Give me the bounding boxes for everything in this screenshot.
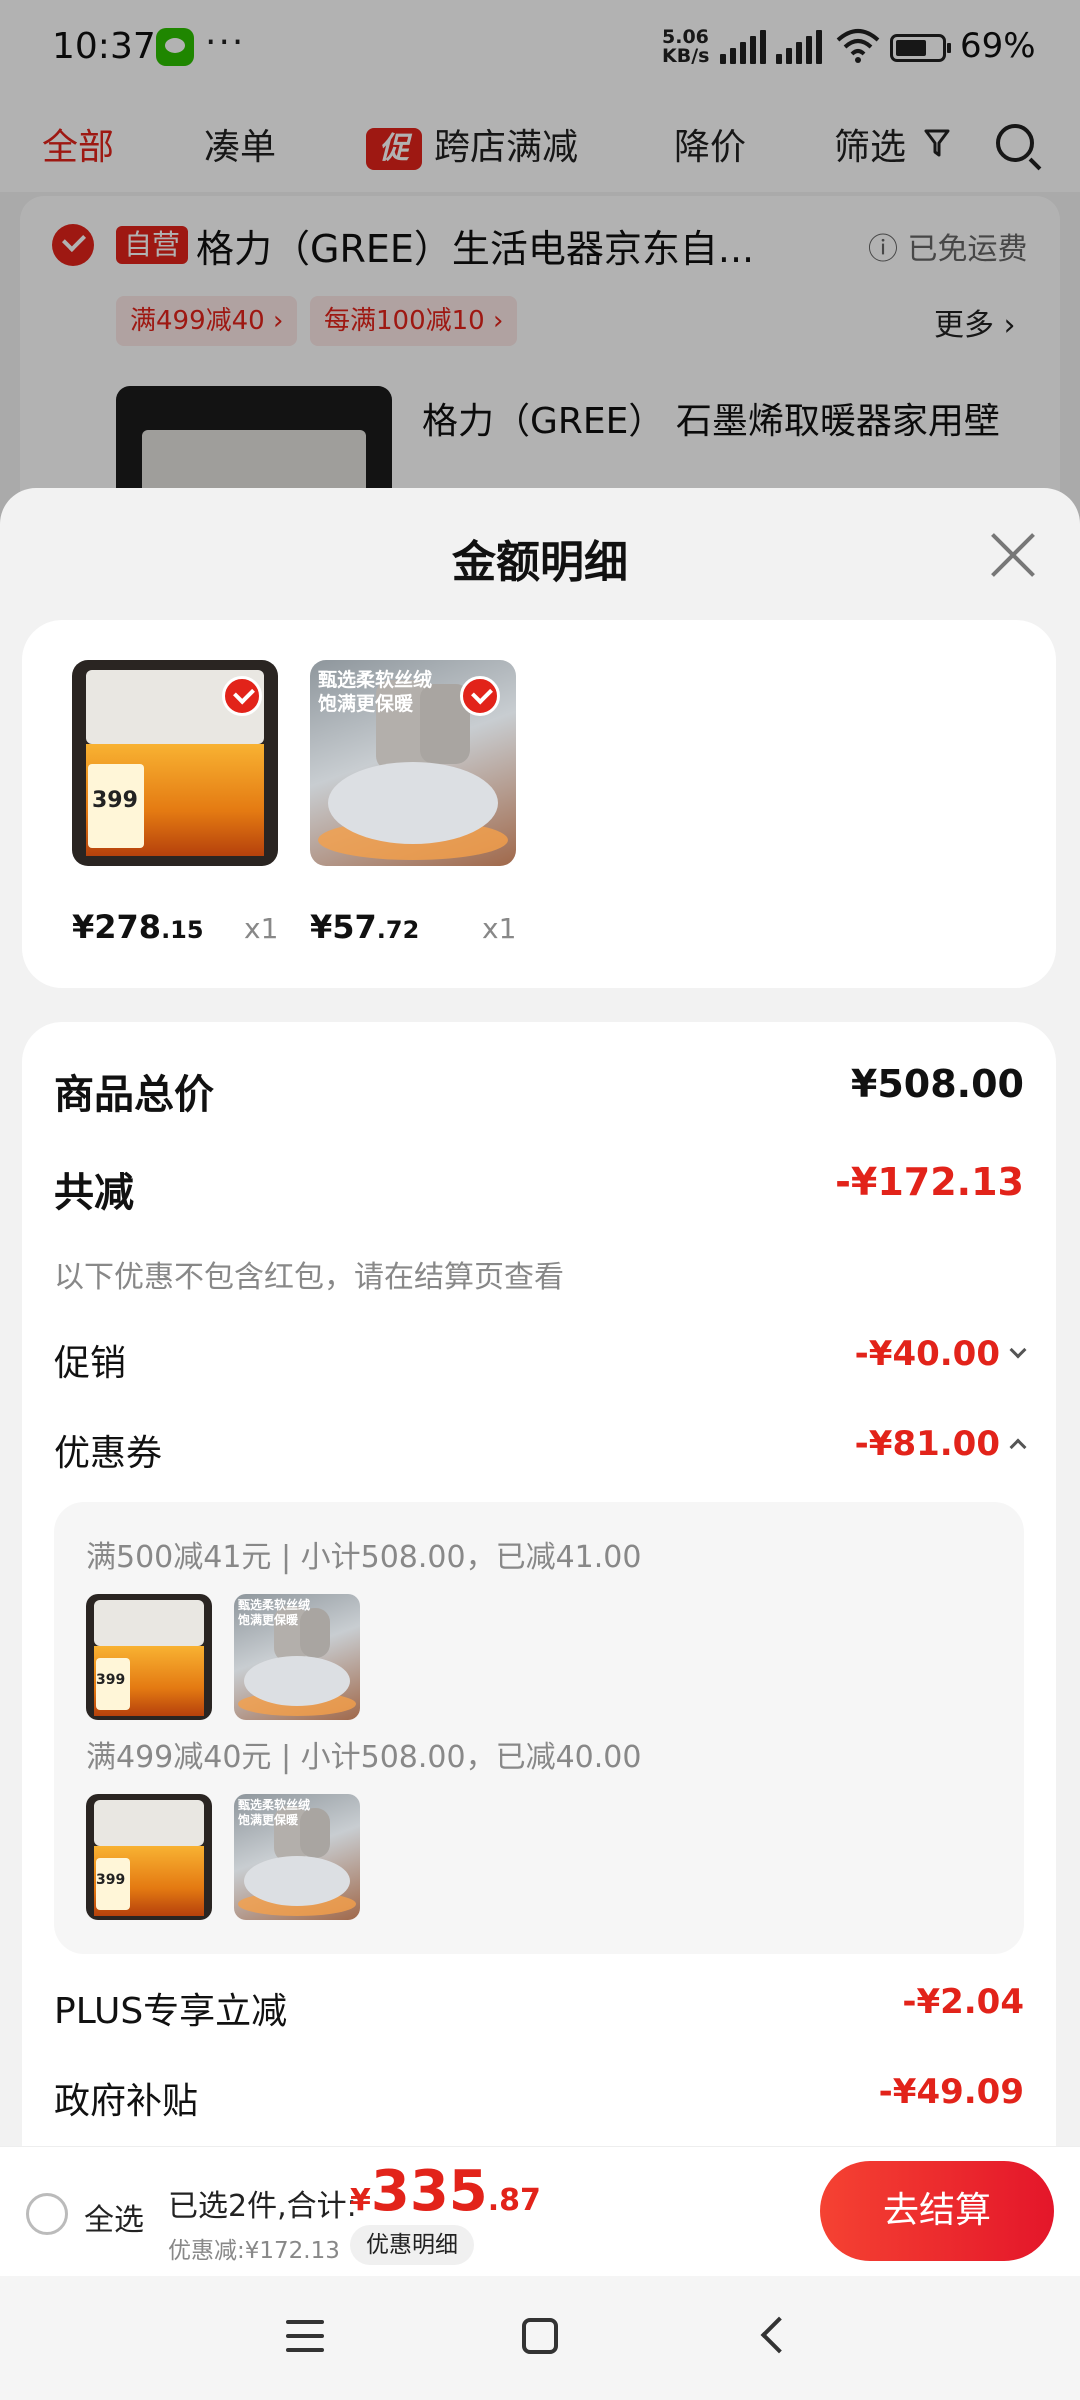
product-price-dec: .15 [161, 916, 204, 944]
product-badge-price: 399 [92, 788, 138, 813]
selected-product-2[interactable]: 甄选柔软丝绒 饱满更保暖 ¥57.72 x1 [310, 660, 516, 946]
coupon-rule-2: 满499减40元 | 小计508.00，已减40.00 [86, 1740, 642, 1775]
plus-label: PLUS专享立减 [54, 1991, 288, 2032]
product-price: ¥57.72 [310, 908, 419, 946]
coupon-item-thumb-heater: 399 [86, 1794, 212, 1920]
system-nav-bar [0, 2276, 1080, 2400]
slipper-product-image: 甄选柔软丝绒 饱满更保暖 [310, 660, 516, 866]
coupon-item-thumb-slipper: 甄选柔软丝绒 饱满更保暖 [234, 1594, 360, 1720]
select-all-label[interactable]: 全选 [84, 2195, 144, 2239]
thumb-badge-price: 399 [96, 1672, 126, 1688]
coupon-value: -¥81.00 [854, 1424, 1000, 1464]
coupon-item-thumb-heater: 399 [86, 1594, 212, 1720]
product-price-dec: .72 [376, 916, 420, 944]
chevron-down-icon [1009, 1341, 1027, 1358]
coupon-rule-1: 满500减41元 | 小计508.00，已减41.00 [86, 1540, 642, 1575]
menu-icon[interactable] [286, 2320, 324, 2352]
select-all-radio[interactable] [26, 2193, 68, 2235]
thumb-image-text: 甄选柔软丝绒 饱满更保暖 [238, 1598, 311, 1627]
gov-label: 政府补贴 [54, 2081, 199, 2122]
gov-value: -¥49.09 [878, 2072, 1024, 2112]
selected-products-card: 399 ¥278.15 x1 甄选柔软丝绒 饱满更保暖 ¥57.72 x1 [22, 620, 1056, 988]
back-icon[interactable] [760, 2316, 798, 2354]
product-image-text: 甄选柔软丝绒 饱满更保暖 [318, 669, 433, 715]
total-reduce-label: 共减 [54, 1170, 134, 1216]
chevron-up-icon [1009, 1438, 1027, 1455]
total-currency: ¥ [350, 2183, 371, 2218]
selected-product-1[interactable]: 399 ¥278.15 x1 [72, 660, 278, 946]
goods-total-value: ¥508.00 [850, 1062, 1024, 1106]
product-quantity: x1 [482, 912, 517, 945]
product-quantity: x1 [244, 912, 279, 945]
amount-detail-sheet: 金额明细 399 ¥278.15 x1 甄选柔软丝绒 饱满更保暖 ¥57.72 … [0, 488, 1080, 2400]
thumb-image-text: 甄选柔软丝绒 饱满更保暖 [238, 1798, 311, 1827]
total-dec: .87 [487, 2183, 541, 2218]
promo-value: -¥40.00 [854, 1334, 1000, 1374]
product-price-int: ¥278 [72, 908, 162, 946]
close-icon[interactable] [988, 530, 1038, 580]
promo-label: 促销 [54, 1343, 127, 1384]
promo-value-wrap: -¥40.00 [854, 1334, 1027, 1374]
discount-detail-button[interactable]: 优惠明细 [350, 2225, 474, 2265]
checkout-button[interactable]: 去结算 [820, 2161, 1054, 2261]
selected-count: 已选2件,合计: [168, 2189, 357, 2224]
selected-check-icon [222, 676, 262, 716]
selected-check-icon [460, 676, 500, 716]
heater-product-image: 399 [72, 660, 278, 866]
plus-value: -¥2.04 [902, 1982, 1024, 2022]
total-int: 335 [370, 2159, 488, 2224]
discount-summary: 优惠减:¥172.13 [168, 2238, 340, 2264]
thumb-badge-price: 399 [96, 1872, 126, 1888]
coupon-item-thumb-slipper: 甄选柔软丝绒 饱满更保暖 [234, 1794, 360, 1920]
promo-row[interactable]: 促销 -¥40.00 [54, 1334, 1027, 1384]
coupon-breakdown: 满500减41元 | 小计508.00，已减41.00 399 甄选柔软丝绒 饱… [54, 1502, 1024, 1954]
coupon-row[interactable]: 优惠券 -¥81.00 [54, 1424, 1027, 1474]
total-amount: ¥335.87 [350, 2159, 541, 2224]
discount-note: 以下优惠不包含红包，请在结算页查看 [54, 1260, 564, 1295]
product-price-int: ¥57 [310, 908, 377, 946]
goods-total-label: 商品总价 [54, 1072, 214, 1118]
coupon-label: 优惠券 [54, 1433, 163, 1474]
checkout-bar: 全选 已选2件,合计: ¥335.87 优惠减:¥172.13 优惠明细 去结算 [0, 2146, 1080, 2276]
sheet-title: 金额明细 [452, 537, 628, 588]
total-reduce-value: -¥172.13 [835, 1160, 1024, 1204]
product-price: ¥278.15 [72, 908, 204, 946]
coupon-value-wrap: -¥81.00 [854, 1424, 1027, 1464]
home-icon[interactable] [522, 2318, 558, 2354]
